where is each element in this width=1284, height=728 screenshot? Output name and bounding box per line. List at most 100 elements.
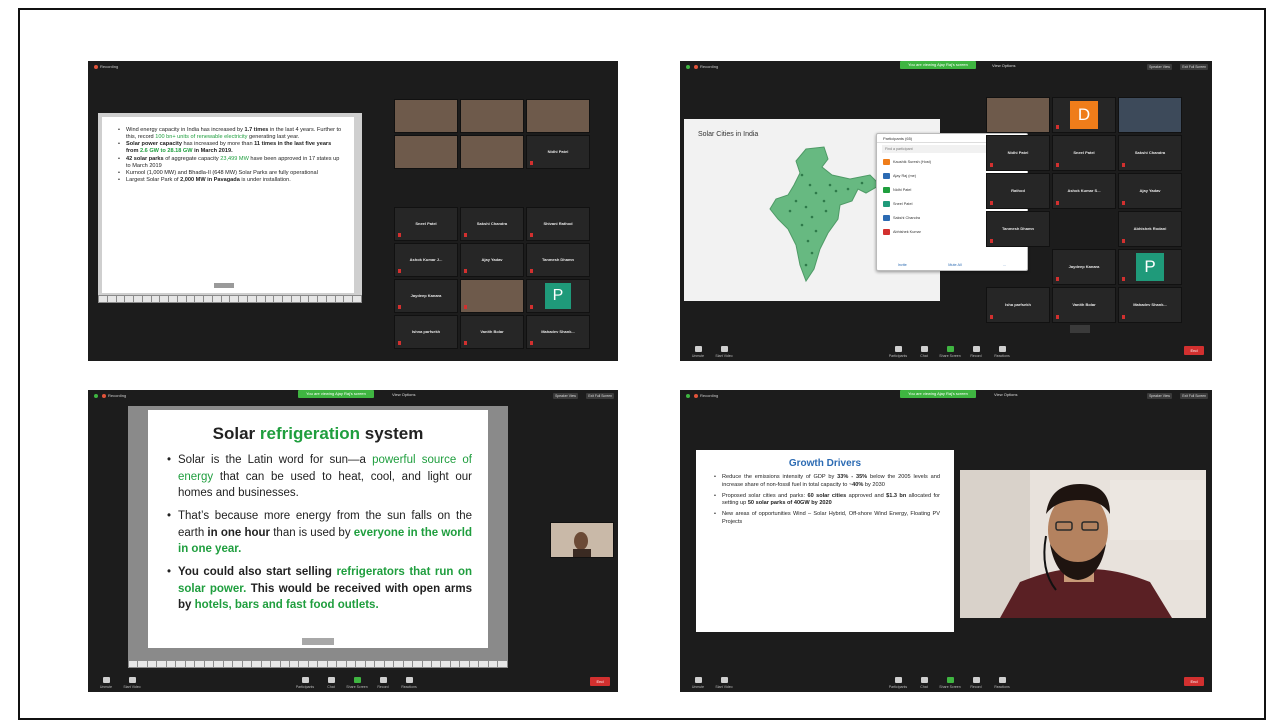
video-button[interactable]: Start Video: [120, 677, 144, 689]
top-bar: Recording You are viewing Ajay Raj's scr…: [88, 390, 618, 402]
sharing-indicator[interactable]: You are viewing Ajay Raj's screen: [900, 390, 976, 398]
view-options[interactable]: View Options: [992, 62, 1016, 69]
record-button[interactable]: Record: [964, 677, 988, 689]
participants-button[interactable]: Participants: [293, 677, 317, 689]
participant-tile[interactable]: Sneel Patel: [394, 207, 458, 241]
participant-tile[interactable]: Abhishek Rodani: [1118, 211, 1182, 247]
speaker-view-button[interactable]: Speaker View: [553, 393, 578, 399]
participant-tile[interactable]: Nidhi Patel: [526, 135, 590, 169]
video-button[interactable]: Start Video: [712, 346, 736, 358]
participant-tile[interactable]: Jaydeep Kanara: [1052, 249, 1116, 285]
participant-name: Ajay Yadav: [481, 256, 503, 262]
participant-video[interactable]: [394, 99, 458, 133]
participant-tile[interactable]: Nidhi Patel: [986, 135, 1050, 171]
speaker-view-button[interactable]: Speaker View: [1147, 64, 1172, 70]
participant-tile[interactable]: Shivani Rathod: [526, 207, 590, 241]
invite-button[interactable]: Invite: [898, 263, 907, 267]
chat-button[interactable]: Chat: [912, 677, 936, 689]
participant-tile[interactable]: Tanmesh Dhamn: [526, 243, 590, 277]
participant-tile[interactable]: Ashok Kumar S...: [1052, 173, 1116, 209]
text-run: by 2030: [863, 481, 885, 488]
participant-tile[interactable]: Tanmesh Dhamn: [986, 211, 1050, 247]
toolbar-label: Record: [970, 354, 982, 358]
chat-icon: [920, 346, 928, 352]
sharing-indicator[interactable]: You are viewing Ajay Raj's screen: [900, 61, 976, 69]
end-meeting-button[interactable]: End: [1184, 677, 1204, 686]
text-run: Solar power capacity: [126, 141, 182, 148]
participant-name: Ashok Kumar S...: [1067, 187, 1101, 193]
chat-button[interactable]: Chat: [912, 346, 936, 358]
participant-tile[interactable]: Ajay Yadav: [460, 243, 524, 277]
reactions-button[interactable]: Reactions: [990, 346, 1014, 358]
participant-tile[interactable]: Mahadev Shank...: [1118, 287, 1182, 323]
text-run: New areas of opportunities Wind – Solar …: [722, 511, 940, 526]
mic-button[interactable]: Unmute: [94, 677, 118, 689]
mic-button[interactable]: Unmute: [686, 677, 710, 689]
end-meeting-button[interactable]: End: [590, 677, 610, 686]
participant-name: Vanith Bolar: [1072, 301, 1096, 307]
record-icon: [102, 394, 106, 398]
participant-tile[interactable]: Sneel Patel: [1052, 135, 1116, 171]
toolbar-label: Start Video: [715, 354, 733, 358]
participant-tile[interactable]: Vanith Bolar: [1052, 287, 1116, 323]
toolbar-label: Reactions: [994, 685, 1010, 689]
share-screen-button[interactable]: Share Screen: [938, 346, 962, 358]
record-button[interactable]: Record: [371, 677, 395, 689]
participant-video[interactable]: [986, 97, 1050, 133]
exit-fullscreen-button[interactable]: Exit Full Screen: [586, 393, 614, 399]
mic-icon: [102, 677, 110, 683]
slide-thumbnail-strip[interactable]: [128, 660, 508, 668]
view-options[interactable]: View Options: [994, 391, 1018, 398]
participant-tile[interactable]: Ishna parfsekh: [394, 315, 458, 349]
toolbar-label: Share Screen: [939, 685, 961, 689]
participant-tile[interactable]: Mahadev Shank...: [526, 315, 590, 349]
record-button[interactable]: Record: [964, 346, 988, 358]
text-run: 2.6 GW to 28.18 GW: [139, 148, 193, 155]
speaker-view-button[interactable]: Speaker View: [1147, 393, 1172, 399]
participant-video[interactable]: [526, 99, 590, 133]
text-run: Wind energy capacity in India has increa…: [126, 127, 245, 133]
reactions-button[interactable]: Reactions: [990, 677, 1014, 689]
more-button[interactable]: ...: [1003, 263, 1006, 267]
muted-mic-icon: [990, 239, 993, 243]
participant-video[interactable]: [550, 522, 614, 558]
participant-tile[interactable]: Sakshi Chandra: [460, 207, 524, 241]
participant-tile[interactable]: Ashok Kumar J...: [394, 243, 458, 277]
participant-name: Sneel Patel: [893, 202, 913, 206]
end-meeting-button[interactable]: End: [1184, 346, 1204, 355]
participants-button[interactable]: Participants: [886, 677, 910, 689]
participant-tile[interactable]: P: [1118, 249, 1182, 285]
participant-tile[interactable]: Rathod: [986, 173, 1050, 209]
video-button[interactable]: Start Video: [712, 677, 736, 689]
participant-video[interactable]: [460, 135, 524, 169]
mic-icon: [694, 677, 702, 683]
participant-video[interactable]: [394, 135, 458, 169]
view-options[interactable]: View Options: [392, 391, 416, 398]
participant-tile[interactable]: Jaydeep Kanara: [394, 279, 458, 313]
share-screen-button[interactable]: Share Screen: [345, 677, 369, 689]
mute-all-button[interactable]: Mute All: [948, 263, 962, 267]
participant-tile[interactable]: Ajay Yadav: [1118, 173, 1182, 209]
reactions-button[interactable]: Reactions: [397, 677, 421, 689]
sharing-indicator[interactable]: You are viewing Ajay Raj's screen: [298, 390, 374, 398]
participants-button[interactable]: Participants: [886, 346, 910, 358]
participant-video[interactable]: [1118, 97, 1182, 133]
chat-button[interactable]: Chat: [319, 677, 343, 689]
record-icon: [972, 677, 980, 683]
share-screen-button[interactable]: Share Screen: [938, 677, 962, 689]
page-nav[interactable]: [1070, 325, 1090, 333]
speaker-video[interactable]: [960, 470, 1206, 618]
participant-tile[interactable]: D: [1052, 97, 1116, 133]
participant-tile[interactable]: Sakshi Chandra: [1118, 135, 1182, 171]
participant-tile[interactable]: [460, 279, 524, 313]
exit-fullscreen-button[interactable]: Exit Full Screen: [1180, 393, 1208, 399]
mic-button[interactable]: Unmute: [686, 346, 710, 358]
participant-tile[interactable]: P: [526, 279, 590, 313]
top-bar: Recording You are viewing Ajay Raj's scr…: [680, 61, 1212, 73]
participant-tile[interactable]: Isha parfsekh: [986, 287, 1050, 323]
exit-fullscreen-button[interactable]: Exit Full Screen: [1180, 64, 1208, 70]
slide-thumbnail-strip[interactable]: [98, 295, 362, 303]
participant-tile[interactable]: Vanith Bolar: [460, 315, 524, 349]
security-icon: [686, 394, 690, 398]
participant-video[interactable]: [460, 99, 524, 133]
